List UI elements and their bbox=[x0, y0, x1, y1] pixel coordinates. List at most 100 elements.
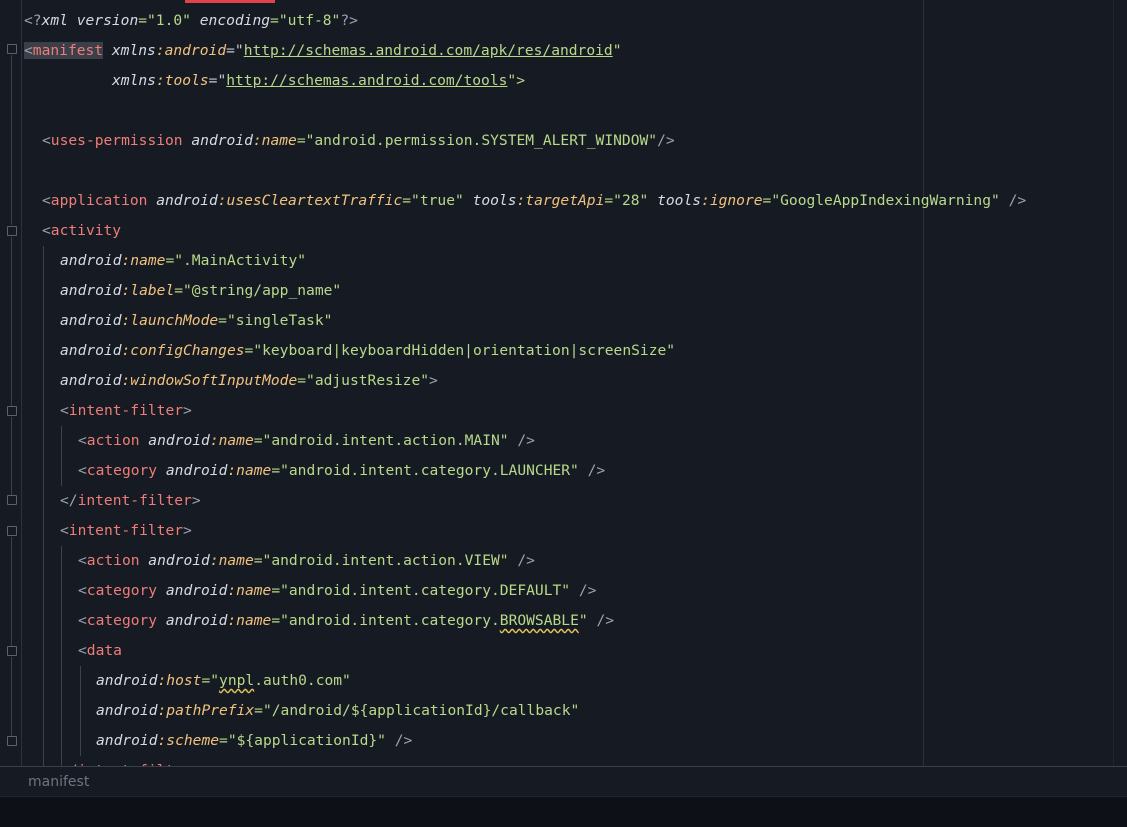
code-line[interactable]: android:configChanges="keyboard|keyboard… bbox=[60, 336, 675, 366]
fold-toggle-icon[interactable] bbox=[7, 646, 17, 656]
fold-guide bbox=[11, 237, 12, 407]
indent-guide bbox=[80, 666, 81, 756]
code-token: ="/android/${applicationId}/callback" bbox=[254, 702, 580, 719]
fold-guide bbox=[11, 537, 12, 647]
code-token: :name bbox=[227, 462, 272, 479]
code-token: ="GoogleAppIndexingWarning" bbox=[762, 192, 1000, 209]
code-line[interactable]: </intent-filter> bbox=[60, 756, 201, 766]
active-tab-indicator bbox=[185, 0, 275, 3]
code-line[interactable]: android:host="ynpl.auth0.com" bbox=[96, 666, 351, 696]
code-token: category bbox=[86, 582, 158, 599]
code-token: ="singleTask" bbox=[218, 312, 333, 329]
fold-end-icon[interactable] bbox=[7, 736, 17, 746]
code-token: intent-filter bbox=[68, 522, 184, 539]
code-token: < bbox=[78, 552, 87, 569]
code-token: /> bbox=[999, 192, 1027, 209]
code-line[interactable]: <?xml version="1.0" encoding="utf-8"?> bbox=[24, 6, 358, 36]
editor-breadcrumb-bar: manifest bbox=[0, 766, 1127, 797]
code-line[interactable]: <manifest xmlns:android="http://schemas.… bbox=[24, 36, 622, 66]
code-token: android bbox=[60, 372, 122, 389]
indent-guide bbox=[61, 426, 62, 486]
code-token: ="@string/app_name" bbox=[174, 282, 342, 299]
code-token: :pathPrefix bbox=[157, 702, 255, 719]
code-line[interactable]: <application android:usesCleartextTraffi… bbox=[42, 186, 1026, 216]
code-token: :targetApi bbox=[516, 192, 605, 209]
code-editor[interactable]: <?xml version="1.0" encoding="utf-8"?> <m… bbox=[0, 0, 1127, 766]
code-token: ="android.intent.action.MAIN" bbox=[253, 432, 509, 449]
code-token: <? bbox=[24, 12, 42, 29]
code-line[interactable]: android:pathPrefix="/android/${applicati… bbox=[96, 696, 579, 726]
code-token: :windowSoftInputMode bbox=[121, 372, 298, 389]
code-line[interactable]: android:name=".MainActivity" bbox=[60, 246, 306, 276]
code-line[interactable]: <action android:name="android.intent.act… bbox=[78, 426, 535, 456]
code-token: action bbox=[86, 552, 140, 569]
code-line[interactable]: android:label="@string/app_name" bbox=[60, 276, 341, 306]
code-token: category bbox=[86, 612, 158, 629]
code-token: http://schemas.android.com/apk/res/andro… bbox=[243, 42, 613, 59]
vertical-scrollbar[interactable] bbox=[1113, 0, 1127, 766]
code-token: application bbox=[50, 192, 148, 209]
code-token: android bbox=[96, 702, 158, 719]
code-line[interactable]: </intent-filter> bbox=[60, 486, 201, 516]
code-token: :name bbox=[209, 432, 254, 449]
fold-toggle-icon[interactable] bbox=[7, 226, 17, 236]
code-token: android bbox=[182, 132, 253, 149]
code-token: > bbox=[183, 402, 192, 419]
code-token: ="android.intent.action.VIEW" bbox=[253, 552, 509, 569]
code-line[interactable]: android:windowSoftInputMode="adjustResiz… bbox=[60, 366, 438, 396]
fold-end-icon[interactable] bbox=[7, 495, 17, 505]
code-token: < bbox=[78, 612, 87, 629]
code-token: =".MainActivity" bbox=[165, 252, 307, 269]
code-token: " bbox=[612, 42, 622, 59]
fold-guide bbox=[11, 417, 12, 495]
code-line[interactable]: <category android:name="android.intent.c… bbox=[78, 606, 614, 636]
code-token: :label bbox=[121, 282, 175, 299]
code-line[interactable]: <category android:name="android.intent.c… bbox=[78, 576, 596, 606]
code-line[interactable]: <intent-filter> bbox=[60, 396, 192, 426]
code-token: ="adjustResize" bbox=[297, 372, 430, 389]
code-token: ="1.0" bbox=[138, 12, 200, 29]
code-line[interactable]: <data bbox=[78, 636, 122, 666]
code-line[interactable]: <activity bbox=[42, 216, 121, 246]
code-token: ="keyboard|keyboardHidden|orientation|sc… bbox=[244, 342, 676, 359]
code-line[interactable]: <action android:name="android.intent.act… bbox=[78, 546, 535, 576]
code-token: < bbox=[78, 642, 87, 659]
fold-toggle-icon[interactable] bbox=[7, 406, 17, 416]
code-token: /> bbox=[508, 552, 535, 569]
code-token: "> bbox=[507, 72, 525, 89]
code-token: :usesCleartextTraffic bbox=[217, 192, 403, 209]
code-line[interactable]: android:scheme="${applicationId}" /> bbox=[96, 726, 412, 756]
code-line[interactable]: <uses-permission android:name="android.p… bbox=[42, 126, 675, 156]
code-token: ="true" bbox=[402, 192, 464, 209]
code-token: :name bbox=[227, 612, 272, 629]
code-token: :scheme bbox=[157, 732, 220, 749]
fold-guide bbox=[11, 55, 12, 225]
code-token: manifest bbox=[32, 42, 104, 59]
code-line[interactable]: xmlns:tools="http://schemas.android.com/… bbox=[112, 66, 525, 96]
code-line[interactable]: <category android:name="android.intent.c… bbox=[78, 456, 605, 486]
code-token: :ignore bbox=[701, 192, 763, 209]
code-token: > bbox=[191, 492, 201, 509]
code-token: encoding bbox=[199, 12, 271, 29]
code-token: tools bbox=[648, 192, 702, 209]
breadcrumb-manifest[interactable]: manifest bbox=[28, 774, 89, 790]
code-line[interactable]: <intent-filter> bbox=[60, 516, 192, 546]
code-token: > bbox=[429, 372, 438, 389]
code-token: ynpl bbox=[219, 672, 255, 689]
code-token: android bbox=[139, 552, 210, 569]
fold-toggle-icon[interactable] bbox=[7, 526, 17, 536]
code-token: action bbox=[86, 432, 140, 449]
right-margin-guide bbox=[923, 0, 924, 766]
code-line[interactable]: android:launchMode="singleTask" bbox=[60, 306, 332, 336]
code-token: android bbox=[157, 582, 228, 599]
fold-toggle-icon[interactable] bbox=[7, 44, 17, 54]
code-token: android bbox=[60, 312, 122, 329]
code-token: android bbox=[139, 432, 210, 449]
code-token: /> bbox=[570, 582, 597, 599]
code-token: android bbox=[60, 342, 122, 359]
bottom-panel-strip bbox=[0, 796, 1127, 827]
code-token: /> bbox=[385, 732, 413, 749]
code-token: android bbox=[157, 612, 228, 629]
code-token: android bbox=[60, 252, 122, 269]
code-token: =" bbox=[201, 672, 220, 689]
